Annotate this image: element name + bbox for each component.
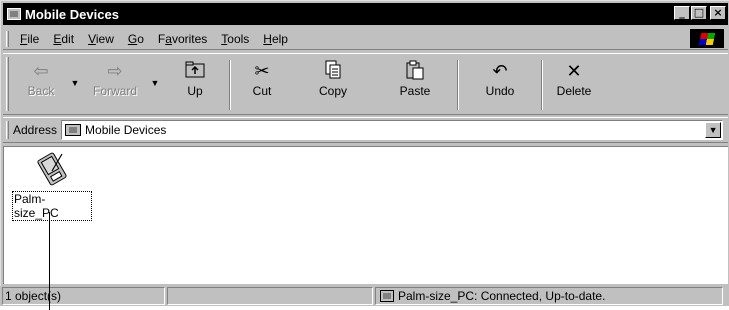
copy-label: Copy [318,84,347,98]
menu-help[interactable]: Help [256,32,295,46]
menu-view[interactable]: View [81,32,121,46]
palm-device-icon [37,152,67,186]
menu-bar: File Edit View Go Favorites Tools Help [3,28,728,50]
window-title: Mobile Devices [25,6,119,22]
status-connection-text: Palm-size_PC: Connected, Up-to-date. [398,289,606,303]
mobile-devices-icon [7,8,21,20]
paste-label: Paste [399,84,431,98]
menu-file[interactable]: File [13,32,46,46]
explorer-window: Mobile Devices _ □ × File Edit View Go F… [0,0,729,287]
up-label: Up [187,84,203,98]
forward-dropdown-icon[interactable]: ▼ [149,78,161,114]
cut-label: Cut [252,84,272,98]
address-value: Mobile Devices [85,123,167,137]
status-bar: 1 object(s) Palm-size_PC: Connected, Up-… [0,286,729,306]
windows-logo-icon [690,29,724,48]
undo-label: Undo [485,84,515,98]
menu-grip[interactable] [6,30,9,47]
up-button[interactable]: Up [161,54,229,114]
title-bar[interactable]: Mobile Devices _ □ × [3,3,728,25]
mobile-devices-icon [65,124,82,136]
maximize-button[interactable]: □ [691,6,707,20]
paste-icon [405,60,425,84]
status-count: 1 object(s) [2,287,165,305]
close-button[interactable]: × [710,6,726,20]
menu-favorites[interactable]: Favorites [151,32,214,46]
cut-button[interactable]: ✂ Cut [231,54,293,114]
forward-arrow-icon: ⇨ [107,61,123,82]
status-connection: Palm-size_PC: Connected, Up-to-date. [375,287,723,305]
forward-button[interactable]: ⇨ Forward [81,54,149,114]
back-dropdown-icon[interactable]: ▼ [69,78,81,114]
back-label: Back [27,84,55,98]
standard-toolbar: ⇦ Back ▼ ⇨ Forward ▼ Up ✂ Cut Copy Paste… [3,53,728,115]
status-middle [167,287,373,305]
device-label: Palm-size_PC [12,191,92,221]
copy-icon [324,60,342,84]
delete-x-icon: ✕ [566,61,582,82]
undo-icon: ↶ [492,61,508,82]
paste-button[interactable]: Paste [373,54,457,114]
toolbar-grip[interactable] [6,57,9,111]
mobile-device-status-icon [380,290,394,302]
address-bar: Address Mobile Devices ▼ [3,117,728,143]
copy-button[interactable]: Copy [293,54,373,114]
address-grip[interactable] [6,121,9,139]
window-controls: _ □ × [673,6,726,20]
file-view[interactable]: Palm-size_PC [3,146,728,284]
address-input[interactable]: Mobile Devices ▼ [61,120,724,140]
callout-line [49,212,50,310]
status-count-text: 1 object(s) [5,289,62,303]
delete-button[interactable]: ✕ Delete [543,54,605,114]
forward-label: Forward [92,84,137,98]
device-item[interactable]: Palm-size_PC [12,151,92,221]
up-folder-icon [185,60,205,84]
minimize-button[interactable]: _ [674,6,690,20]
delete-label: Delete [556,84,592,98]
menu-tools[interactable]: Tools [214,32,256,46]
address-dropdown-icon[interactable]: ▼ [705,122,722,138]
back-arrow-icon: ⇦ [33,61,49,82]
back-button[interactable]: ⇦ Back [13,54,69,114]
menu-go[interactable]: Go [121,32,151,46]
undo-button[interactable]: ↶ Undo [459,54,541,114]
menu-edit[interactable]: Edit [46,32,81,46]
scissors-icon: ✂ [254,61,270,82]
address-label: Address [13,123,58,137]
